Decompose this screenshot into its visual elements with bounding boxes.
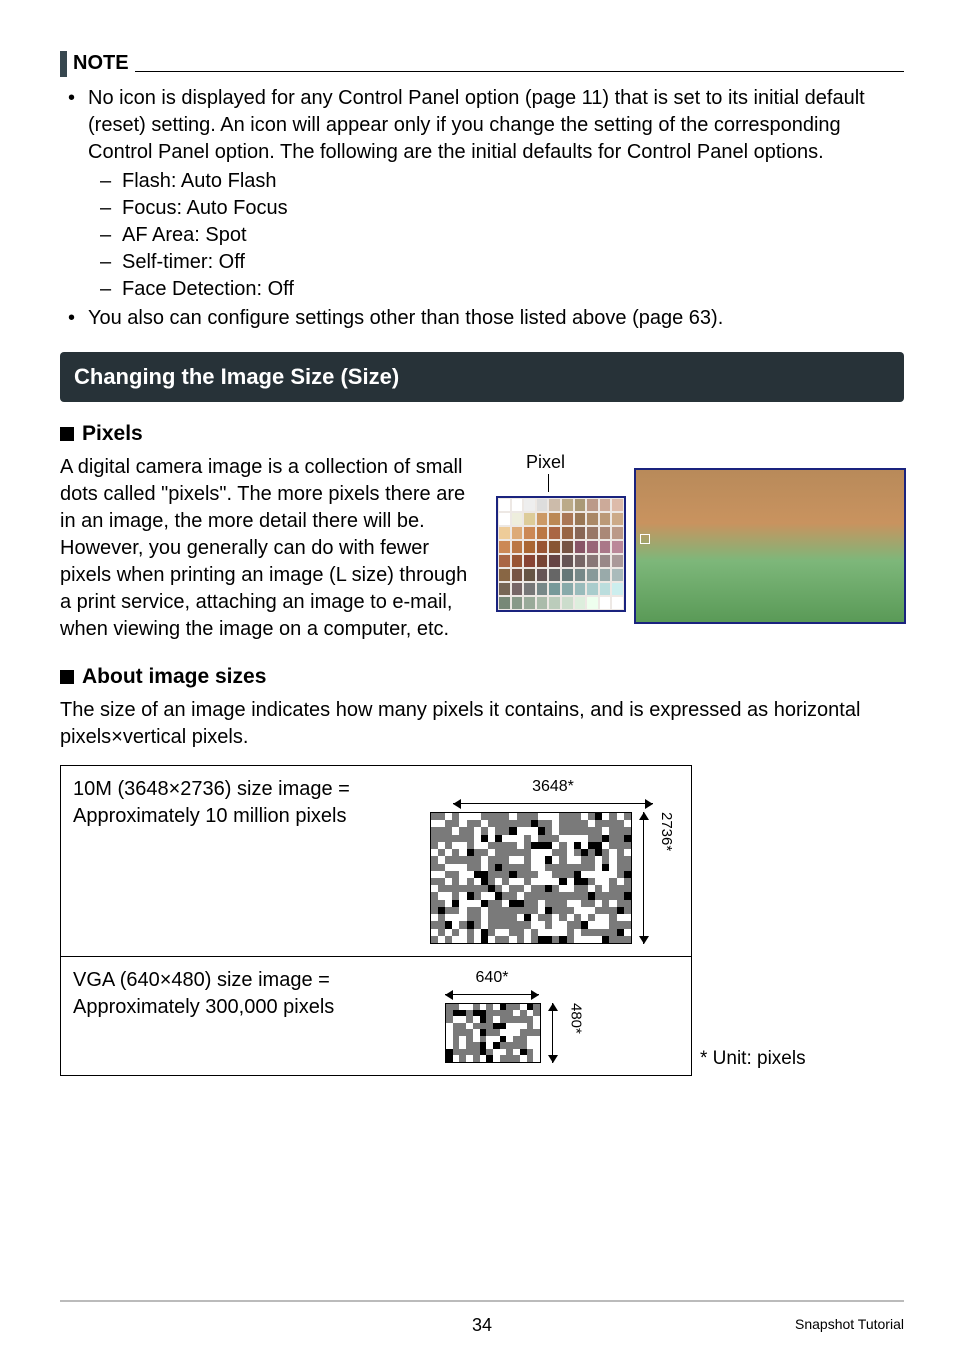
note-bullet-2-text: You also can configure settings other th… xyxy=(88,307,723,329)
pixel-figure: Pixel xyxy=(504,454,904,624)
default-focus: Focus: Auto Focus xyxy=(100,195,904,222)
size-vga-v-label: 480* xyxy=(565,1003,585,1063)
unit-footnote: * Unit: pixels xyxy=(700,1046,954,1072)
size-10m-v-label: 2736* xyxy=(656,812,676,944)
sample-photo xyxy=(634,468,906,624)
pixel-sample-marker xyxy=(640,534,650,544)
square-bullet-icon xyxy=(60,427,74,441)
size-row-10m: 10M (3648×2736) size image = Approximate… xyxy=(61,766,691,956)
note-bullet-list: No icon is displayed for any Control Pan… xyxy=(60,85,904,332)
pixels-body-text: A digital camera image is a collection o… xyxy=(60,454,474,643)
size-row-vga: VGA (640×480) size image = Approximately… xyxy=(61,956,691,1075)
size-vga-h-label: 640* xyxy=(445,967,539,989)
note-bullet-1-text: No icon is displayed for any Control Pan… xyxy=(88,87,865,163)
size-10m-diagram: 3648* 2736* xyxy=(415,766,691,956)
default-flash: Flash: Auto Flash xyxy=(100,168,904,195)
size-vga-pixel-grid xyxy=(445,1003,541,1063)
section-title-bar: Changing the Image Size (Size) xyxy=(60,352,904,402)
square-bullet-icon xyxy=(60,670,74,684)
about-sizes-heading: About image sizes xyxy=(60,663,904,691)
about-sizes-body: The size of an image indicates how many … xyxy=(60,697,904,751)
size-vga-diagram: 640* 480* xyxy=(415,957,691,1075)
pixels-heading: Pixels xyxy=(60,420,904,448)
size-10m-desc: 10M (3648×2736) size image = Approximate… xyxy=(61,766,415,956)
default-self-timer: Self-timer: Off xyxy=(100,249,904,276)
pixel-zoom-grid xyxy=(496,496,626,612)
pixel-leader-line xyxy=(548,474,549,492)
note-bullet-1: No icon is displayed for any Control Pan… xyxy=(60,85,904,303)
about-sizes-heading-text: About image sizes xyxy=(82,665,266,688)
footer-section-name: Snapshot Tutorial xyxy=(795,1316,904,1332)
size-10m-pixel-grid xyxy=(430,812,632,944)
page-footer: 34 Snapshot Tutorial xyxy=(60,1300,904,1337)
image-size-table: 10M (3648×2736) size image = Approximate… xyxy=(60,765,692,1075)
pixels-heading-text: Pixels xyxy=(82,422,143,445)
note-bullet-1-sublist: Flash: Auto Flash Focus: Auto Focus AF A… xyxy=(100,168,904,303)
pixel-callout-label: Pixel xyxy=(526,450,565,474)
page-number: 34 xyxy=(341,1313,622,1337)
note-label: NOTE xyxy=(73,50,135,77)
note-bullet-2: You also can configure settings other th… xyxy=(60,305,904,332)
note-rule xyxy=(135,71,904,72)
default-af-area: AF Area: Spot xyxy=(100,222,904,249)
size-vga-desc: VGA (640×480) size image = Approximately… xyxy=(61,957,415,1075)
default-face-detection: Face Detection: Off xyxy=(100,276,904,303)
size-10m-h-label: 3648* xyxy=(453,776,653,798)
note-bar-accent xyxy=(60,51,67,77)
note-heading: NOTE xyxy=(60,50,904,77)
